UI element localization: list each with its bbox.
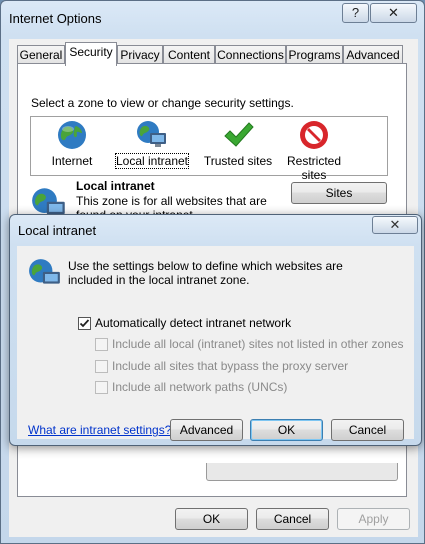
local-intranet-dialog: Local intranet ✕ Use the settings below … xyxy=(9,214,422,446)
intranet-icon xyxy=(28,257,62,291)
include-unc-paths-checkbox-row[interactable]: Include all network paths (UNCs) xyxy=(95,379,287,395)
tab-advanced[interactable]: Advanced xyxy=(343,45,403,65)
zone-label: Internet xyxy=(51,154,93,168)
ok-button[interactable]: OK xyxy=(175,508,248,530)
checkbox-label: Automatically detect intranet network xyxy=(95,316,292,330)
zone-restricted-sites[interactable]: Restricted sites xyxy=(281,119,347,182)
checkbox-unchecked[interactable] xyxy=(95,359,108,373)
close-button[interactable]: ✕ xyxy=(370,3,417,23)
zone-list: Internet Local intranet Trusted sites Re… xyxy=(30,116,388,182)
intranet-settings-help-link[interactable]: What are intranet settings? xyxy=(28,423,171,437)
tab-connections[interactable]: Connections xyxy=(215,45,286,65)
zone-local-intranet[interactable]: Local intranet xyxy=(113,119,191,169)
dialog-client: Use the settings below to define which w… xyxy=(17,246,414,441)
checkbox-label: Include all local (intranet) sites not l… xyxy=(112,337,404,351)
help-button[interactable]: ? xyxy=(342,3,369,23)
zone-trusted-sites[interactable]: Trusted sites xyxy=(202,119,274,168)
tab-general[interactable]: General xyxy=(17,45,65,65)
tab-security[interactable]: Security xyxy=(65,42,117,66)
tab-programs[interactable]: Programs xyxy=(286,45,343,65)
cancel-button[interactable]: Cancel xyxy=(256,508,329,530)
reset-zones-button[interactable] xyxy=(206,463,398,481)
checkbox-unchecked[interactable] xyxy=(95,337,108,351)
dialog-cancel-button[interactable]: Cancel xyxy=(331,419,404,441)
zone-label: Restricted sites xyxy=(286,154,342,182)
checkbox-label: Include all sites that bypass the proxy … xyxy=(112,359,349,373)
intranet-icon xyxy=(136,119,168,151)
window-title: Internet Options xyxy=(9,11,102,26)
globe-icon xyxy=(56,119,88,151)
include-proxy-bypass-checkbox-row[interactable]: Include all sites that bypass the proxy … xyxy=(95,358,348,374)
include-local-sites-checkbox-row[interactable]: Include all local (intranet) sites not l… xyxy=(95,336,404,352)
dialog-title: Local intranet xyxy=(18,223,97,238)
checkbox-checked[interactable] xyxy=(78,316,91,330)
restricted-icon xyxy=(298,119,330,151)
selected-zone-heading: Local intranet xyxy=(76,179,155,193)
checkbox-label: Include all network paths (UNCs) xyxy=(112,380,288,394)
checkmark-icon xyxy=(79,318,90,327)
tab-privacy[interactable]: Privacy xyxy=(117,45,163,65)
auto-detect-checkbox-row[interactable]: Automatically detect intranet network xyxy=(78,315,291,331)
tab-content[interactable]: Content xyxy=(163,45,215,65)
dialog-close-button[interactable]: ✕ xyxy=(372,216,418,234)
dialog-message: Use the settings below to define which w… xyxy=(68,259,343,287)
checkmark-icon xyxy=(222,119,254,151)
title-bar[interactable]: Internet Options ? ✕ xyxy=(1,1,424,35)
sites-button[interactable]: Sites xyxy=(291,182,387,204)
dialog-ok-button[interactable]: OK xyxy=(250,419,323,441)
zone-label: Local intranet xyxy=(114,153,190,169)
apply-button[interactable]: Apply xyxy=(337,508,410,530)
checkbox-unchecked[interactable] xyxy=(95,380,108,394)
zone-label: Trusted sites xyxy=(203,154,273,168)
dialog-advanced-button[interactable]: Advanced xyxy=(170,419,243,441)
zone-prompt: Select a zone to view or change security… xyxy=(31,96,294,110)
zone-internet[interactable]: Internet xyxy=(39,119,105,168)
